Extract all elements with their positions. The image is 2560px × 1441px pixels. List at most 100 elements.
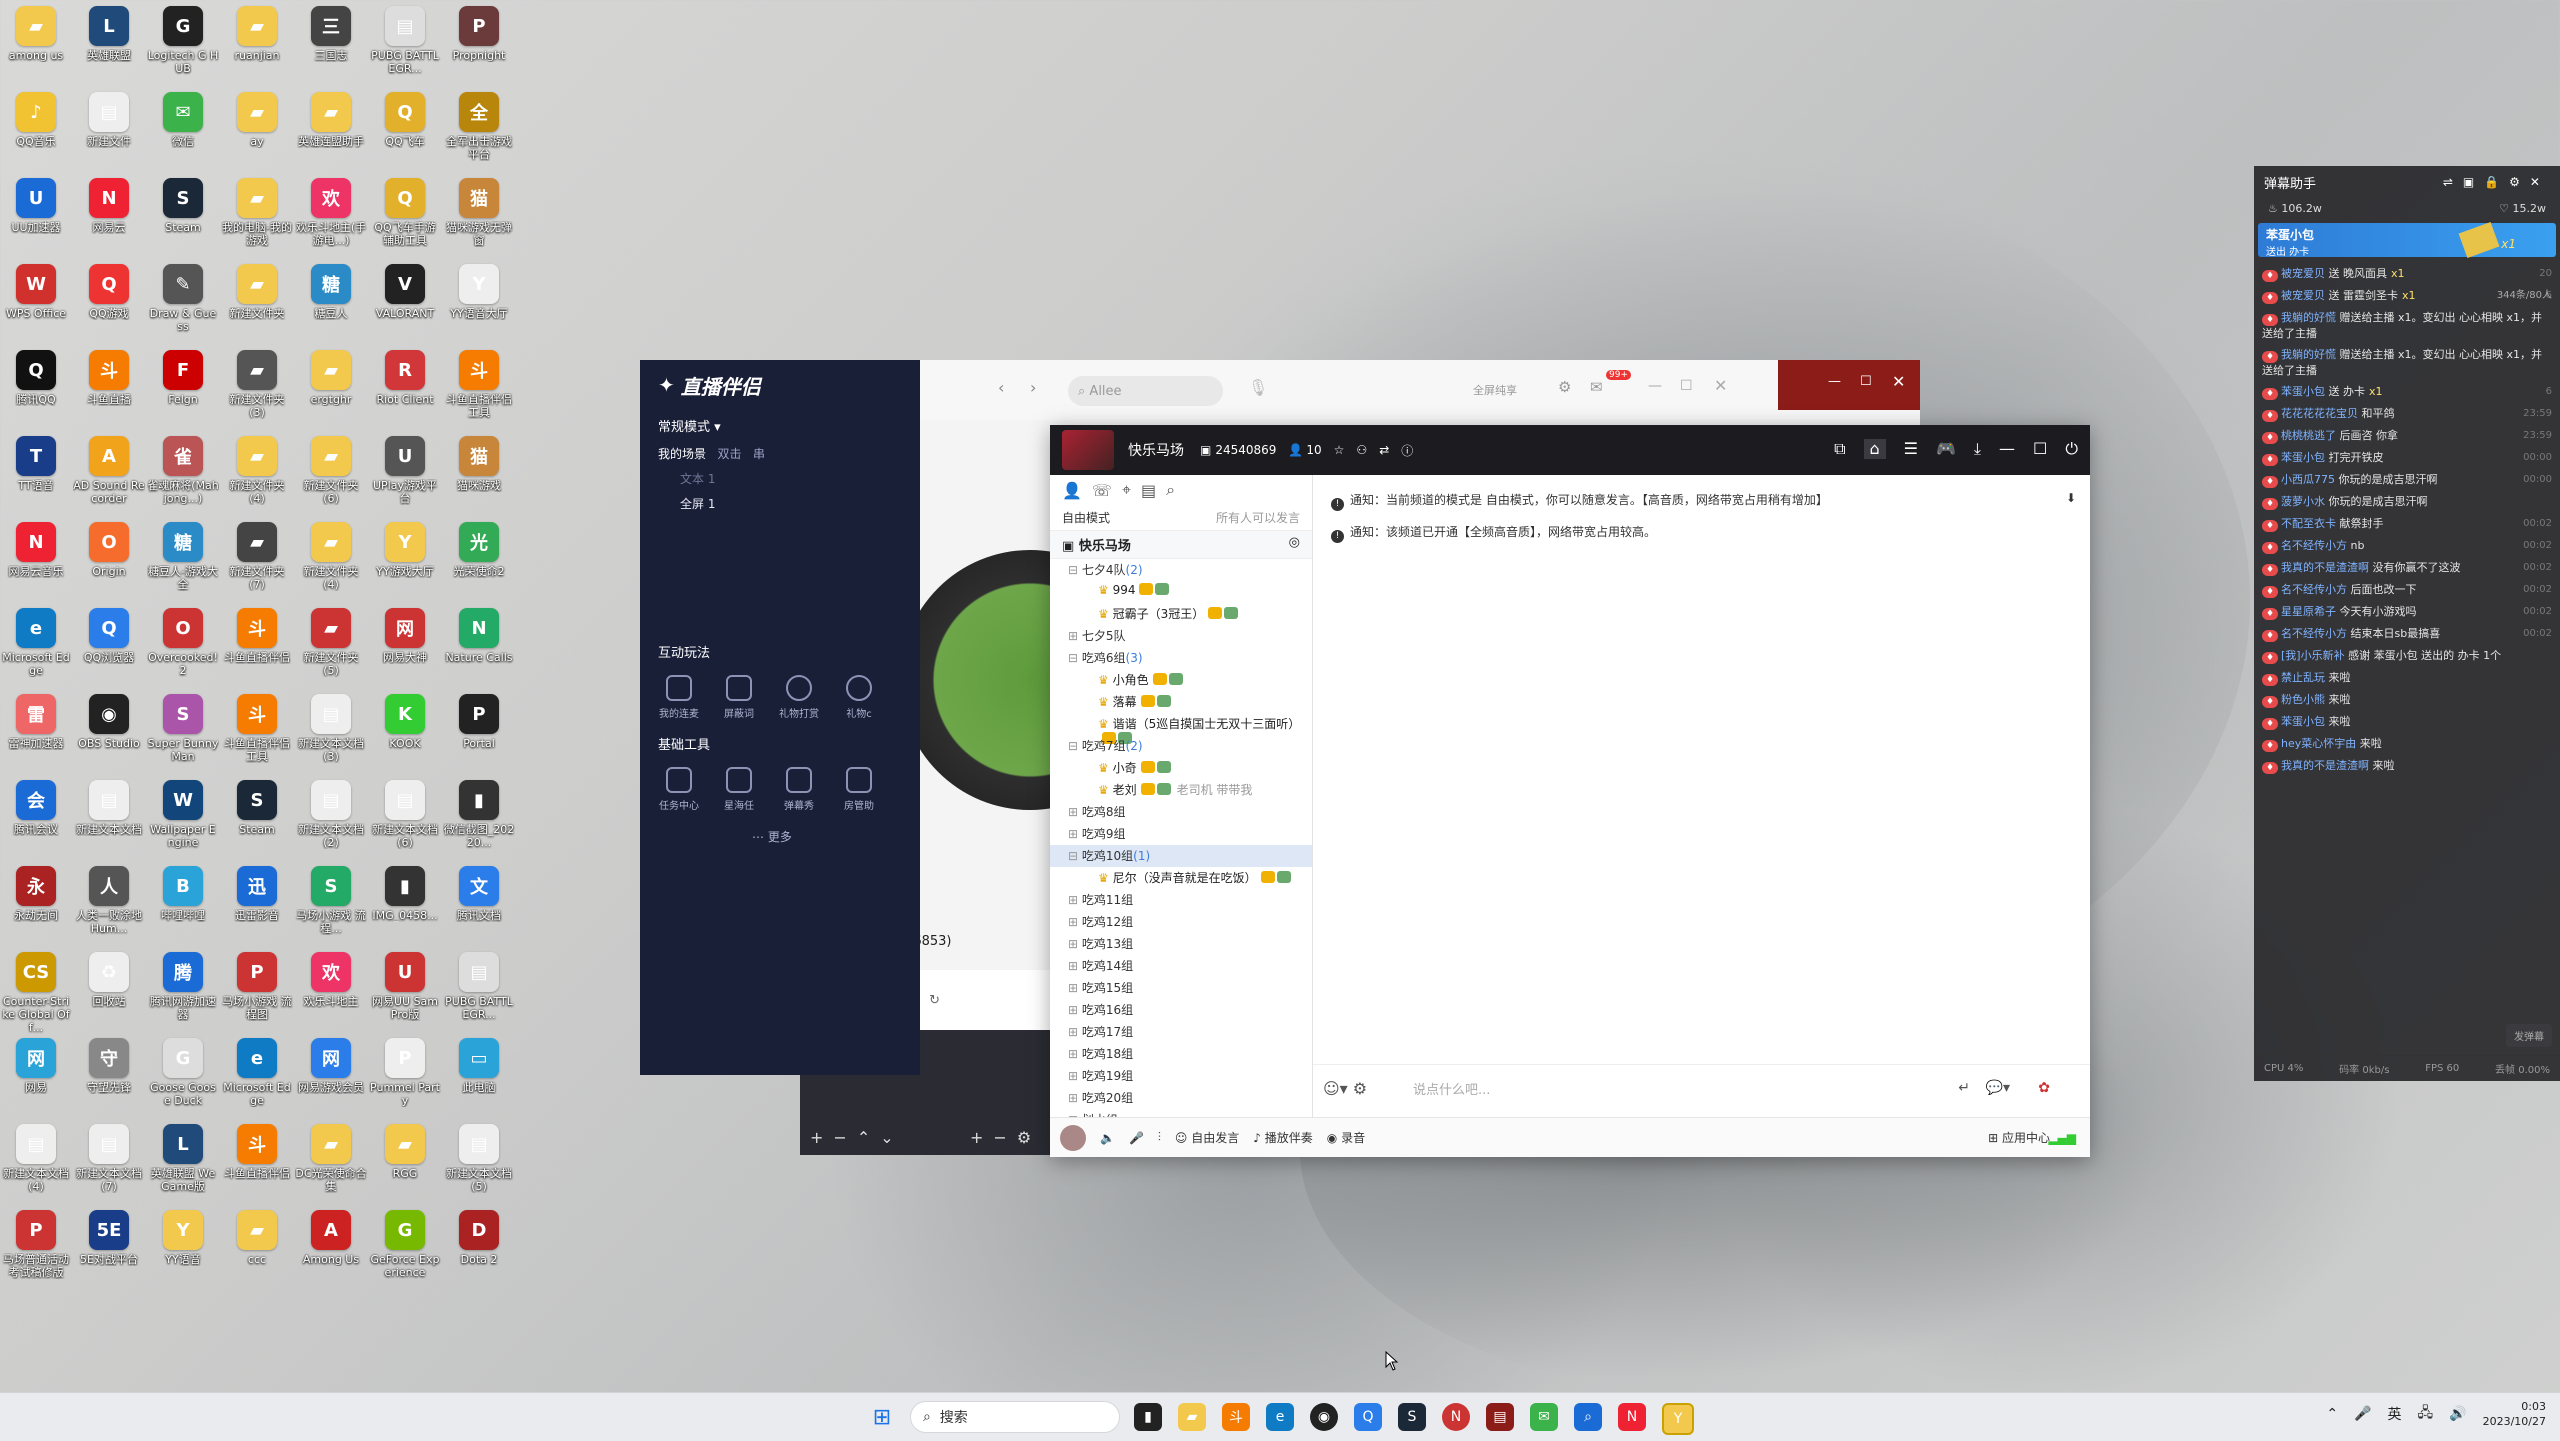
desktop-icon[interactable]: G Goose Goose Duck	[147, 1034, 219, 1120]
desktop-icon[interactable]: Q QQ飞车手游辅助工具	[369, 174, 441, 260]
desktop-icon[interactable]: ▰ ccc	[221, 1206, 293, 1292]
desktop-icon[interactable]: ▤ 新建文本文档 (6)	[369, 776, 441, 862]
desktop-icon[interactable]: 守守望先锋	[73, 1034, 145, 1120]
share-icon[interactable]: ⇄	[1379, 443, 1389, 457]
collapse-icon[interactable]: ⊟	[1068, 849, 1082, 863]
danmu-user[interactable]: [我]小乐新补	[2281, 649, 2345, 662]
desktop-icon[interactable]: L 英雄联盟 WeGame版	[147, 1120, 219, 1206]
netease-music-icon[interactable]: N	[1442, 1403, 1470, 1431]
channel-group[interactable]: ⊟ 七夕4队(2)	[1050, 559, 1312, 581]
desktop-icon[interactable]: ✉ 微信	[147, 88, 219, 174]
steam-icon[interactable]: S	[1398, 1403, 1426, 1431]
desktop-icon[interactable]: ♪ QQ音乐	[0, 88, 72, 174]
chat-bubble-icon[interactable]: 💬▾	[1986, 1080, 2010, 1096]
desktop-icon[interactable]: 斗斗鱼直播	[73, 346, 145, 432]
star-icon[interactable]: ☆	[1334, 443, 1345, 457]
enter-icon[interactable]: ↵	[1958, 1080, 1970, 1096]
desktop-icon[interactable]: S Super Bunny Man	[147, 690, 219, 776]
danmu-user[interactable]: 星星原希子	[2281, 605, 2336, 618]
tool-block-words[interactable]: 屏蔽词	[718, 675, 760, 720]
desktop-icon[interactable]: ▰ DC光荣使命合集	[295, 1120, 367, 1206]
expand-icon[interactable]: ⊞	[1068, 893, 1082, 907]
channel-group[interactable]: ⊞ 七夕5队	[1050, 625, 1312, 647]
expand-icon[interactable]: ⊞	[1068, 827, 1082, 841]
desktop-icon[interactable]: ▤ PUBG BATTLEGR...	[443, 948, 515, 1034]
desktop-icon[interactable]: ▤ 新建文本文档 (2)	[295, 776, 367, 862]
desktop-icon[interactable]: 糖糖豆人	[295, 260, 367, 346]
desktop-icon[interactable]: ♻ 回收站	[73, 948, 145, 1034]
group-icon[interactable]: ⚇	[1356, 443, 1367, 457]
contacts-icon[interactable]: ☏	[1092, 481, 1112, 500]
desktop-icon[interactable]: ▭ 此电脑	[443, 1034, 515, 1120]
maximize-icon[interactable]: ☐	[2033, 439, 2047, 459]
desktop-icon[interactable]: G GeForce Experience	[369, 1206, 441, 1292]
desktop-icon[interactable]: P 马场普通活动考试稿修版	[0, 1206, 72, 1292]
desktop-icon[interactable]: ▰ 新建文件夹 (6)	[295, 432, 367, 518]
channel-group[interactable]: ⊞ 吃鸡13组	[1050, 933, 1312, 955]
minimize-icon[interactable]: —	[1828, 374, 1841, 389]
desktop-icon[interactable]: U 网易UU SamPro版	[369, 948, 441, 1034]
settings-icon[interactable]: ⚙	[1558, 378, 1571, 396]
danmu-user[interactable]: 苯蛋小包	[2281, 385, 2325, 398]
desktop-icon[interactable]: ▤ 新建文件	[73, 88, 145, 174]
collapse-icon[interactable]: ⊟	[1068, 739, 1082, 753]
desktop-icon[interactable]: U UU加速器	[0, 174, 72, 260]
desktop-icon[interactable]: 5E 5E对战平台	[73, 1206, 145, 1292]
channel-group[interactable]: ⊞ 吃鸡9组	[1050, 823, 1312, 845]
desktop-icon[interactable]: ▤ 新建文本文档	[73, 776, 145, 862]
tool-room-admin[interactable]: 房管助	[838, 767, 880, 812]
desktop-icon[interactable]: 猫猫咪游戏	[443, 432, 515, 518]
desktop-icon[interactable]: 永永劫无间	[0, 862, 72, 948]
desktop-icon[interactable]: Q QQ游戏	[73, 260, 145, 346]
channel-group[interactable]: ⊞ 吃鸡17组	[1050, 1021, 1312, 1043]
maximize-icon[interactable]: ☐	[1860, 374, 1872, 389]
desktop-icon[interactable]: Q QQ浏览器	[73, 604, 145, 690]
danmu-user[interactable]: 我躺的好慌	[2281, 348, 2336, 361]
expand-icon[interactable]: ⊞	[1068, 1003, 1082, 1017]
download-icon[interactable]: ⤓	[1974, 439, 1981, 459]
danmu-user[interactable]: 被宠爱贝	[2281, 289, 2325, 302]
desktop-icon[interactable]: P Pummel Party	[369, 1034, 441, 1120]
record-button[interactable]: ◉ 录音	[1327, 1129, 1365, 1146]
video-search-input[interactable]: ⌕ Allee	[1068, 376, 1223, 406]
expand-icon[interactable]: ⊞	[1068, 915, 1082, 929]
channel-group[interactable]: ⊞ 吃鸡14组	[1050, 955, 1312, 977]
desktop-icon[interactable]: e Microsoft Edge	[221, 1034, 293, 1120]
channel-group[interactable]: ⊟ 吃鸡7组(2)	[1050, 735, 1312, 757]
mic-icon[interactable]: 🎤	[2354, 1406, 2371, 1422]
back-icon[interactable]: ‹	[998, 378, 1004, 397]
minimize-icon[interactable]: —	[1999, 439, 2015, 459]
desktop-icon[interactable]: Y YY游戏大厅	[369, 518, 441, 604]
desktop-icon[interactable]: L 英雄联盟	[73, 2, 145, 88]
desktop-icon[interactable]: P 马场小游戏 流程图	[221, 948, 293, 1034]
desktop-icon[interactable]: 网网易大神	[369, 604, 441, 690]
emoji-icon[interactable]: ☺▾ ⚙	[1323, 1079, 1367, 1098]
danmu-user[interactable]: 花花花花花宝贝	[2281, 407, 2358, 420]
channel-user[interactable]: ♛ 994	[1050, 581, 1312, 603]
scene-item-fullscreen[interactable]: 全屏 1	[640, 491, 920, 516]
speaker-icon[interactable]: 🔈	[1100, 1131, 1115, 1145]
taskbar-search-input[interactable]: ⌕ 搜索	[910, 1401, 1120, 1433]
obs-icon[interactable]: ◉	[1310, 1403, 1338, 1431]
danmu-user[interactable]: 我躺的好慌	[2281, 311, 2336, 324]
danmu-user[interactable]: 名不经传小方	[2281, 539, 2347, 552]
expand-icon[interactable]: ⊞	[1068, 1091, 1082, 1105]
tool-star-task[interactable]: 星海任	[718, 767, 760, 812]
danmu-user[interactable]: hey菜心怀宇由	[2281, 737, 2356, 750]
tool-danmu-show[interactable]: 弹幕秀	[778, 767, 820, 812]
tab-double[interactable]: 双击	[717, 447, 741, 461]
avatar[interactable]	[1060, 1124, 1086, 1151]
expand-icon[interactable]: ⊞	[1068, 1025, 1082, 1039]
desktop-icon[interactable]: ▰ ruanjian	[221, 2, 293, 88]
user-icon[interactable]: 👤	[1062, 481, 1082, 500]
danmu-user[interactable]: 苯蛋小包	[2281, 451, 2325, 464]
tool-lianmai[interactable]: 我的连麦	[658, 675, 700, 720]
channel-group[interactable]: ⊞ 吃鸡16组	[1050, 999, 1312, 1021]
danmu-controls-icon[interactable]: ⇌▣🔒⚙✕	[2443, 175, 2550, 189]
channel-user[interactable]: ♛ 落幕	[1050, 691, 1312, 713]
mode-selector[interactable]: 常规模式 ▾	[640, 410, 920, 441]
desktop-icon[interactable]: T TT语音	[0, 432, 72, 518]
desktop-icon[interactable]: ▮ IMG_0458...	[369, 862, 441, 948]
desktop-icon[interactable]: W Wallpaper Engine	[147, 776, 219, 862]
obs-controls-icon[interactable]: +−⌃⌄	[810, 1128, 904, 1147]
